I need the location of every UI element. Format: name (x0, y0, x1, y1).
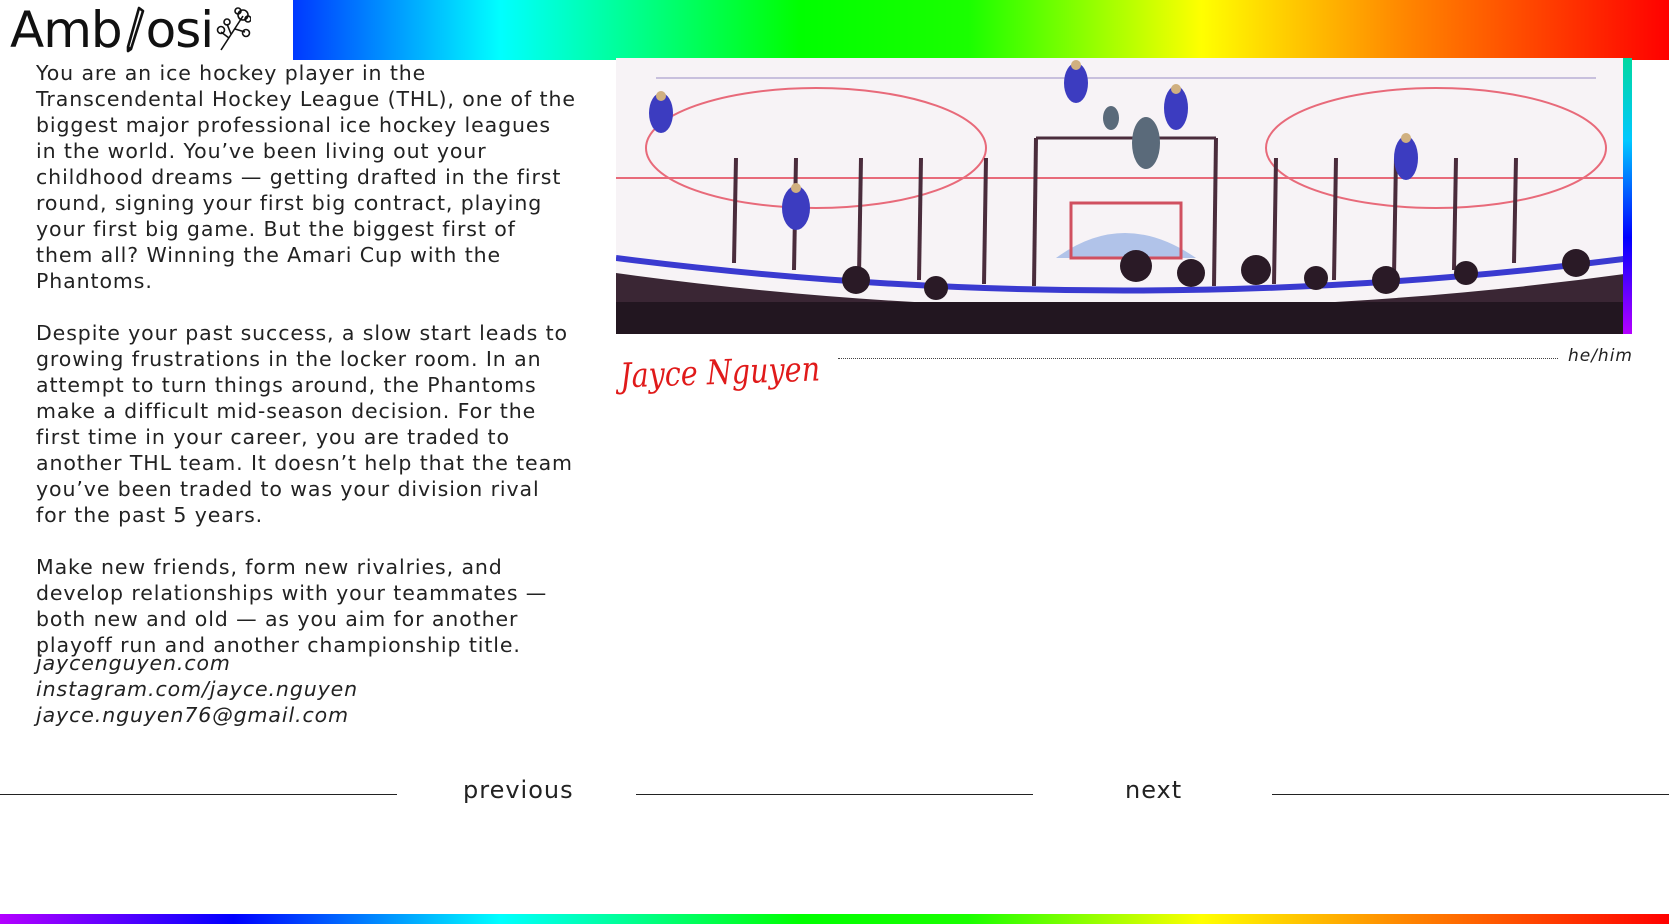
email-link[interactable]: jayce.nguyen76@gmail.com (36, 702, 358, 728)
story-paragraph: Despite your past success, a slow start … (36, 321, 573, 527)
website-link[interactable]: jaycenguyen.com (36, 650, 358, 676)
author-name: Jayce Nguyen (616, 349, 821, 396)
author-pronouns: he/him (1567, 346, 1633, 366)
author-signature: Jayce Nguyen (616, 349, 821, 396)
nav-divider-left (0, 794, 397, 795)
nav-divider-middle (636, 794, 1033, 795)
next-link[interactable]: next (1125, 776, 1182, 804)
site-logo: Amb osi (10, 1, 252, 59)
rainbow-side-strip (1623, 58, 1632, 334)
author-links: jaycenguyen.com instagram.com/jayce.nguy… (36, 650, 358, 728)
logo-text-left: Amb (10, 1, 123, 59)
nav-divider-right (1272, 794, 1669, 795)
hockey-rink-illustration (616, 58, 1632, 334)
logo-text-right: osi (145, 1, 215, 59)
author-divider (838, 358, 1558, 359)
story-paragraph: Make new friends, form new rivalries, an… (36, 555, 548, 657)
flower-icon (216, 7, 252, 51)
instagram-link[interactable]: instagram.com/jayce.nguyen (36, 676, 358, 702)
story-paragraph: You are an ice hockey player in the Tran… (36, 61, 576, 293)
pen-icon (126, 6, 144, 53)
site-logo-link[interactable]: Amb osi (0, 0, 293, 60)
rainbow-footer-bar (0, 914, 1669, 924)
previous-link[interactable]: previous (463, 776, 574, 804)
story-description: You are an ice hockey player in the Tran… (36, 60, 576, 684)
